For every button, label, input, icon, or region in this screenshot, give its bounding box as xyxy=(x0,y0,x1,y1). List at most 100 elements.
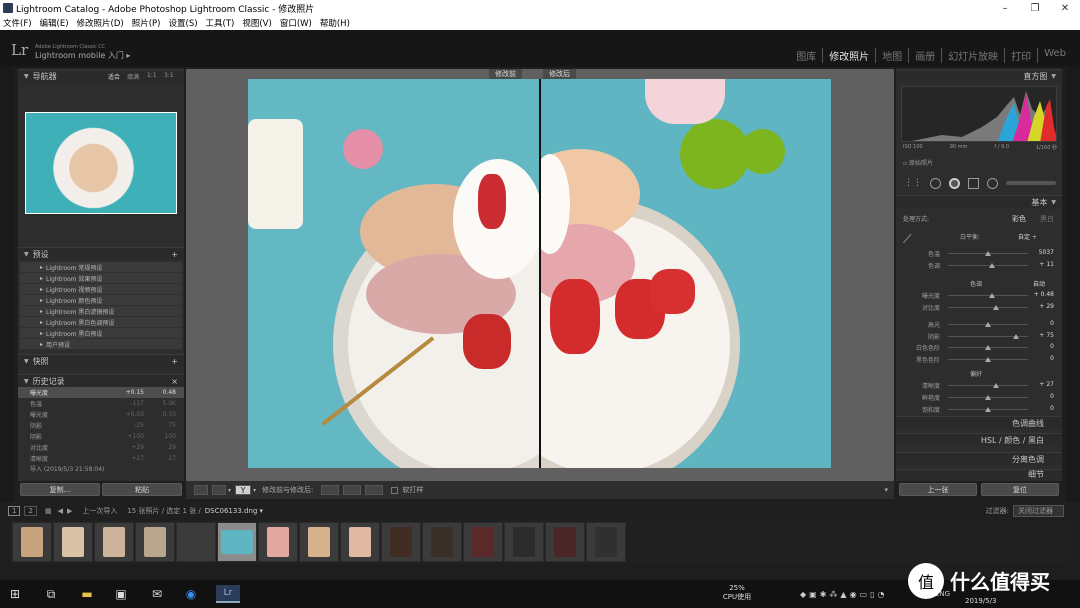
slider-knob[interactable] xyxy=(985,251,991,256)
filmstrip-thumbnail[interactable] xyxy=(545,522,585,562)
lightroom-taskbar-icon[interactable]: Lr xyxy=(216,585,240,603)
slider-row[interactable]: 高光 0 xyxy=(900,320,1060,330)
zoom-fill[interactable]: 填满 xyxy=(127,72,139,81)
left-edge-strip[interactable] xyxy=(0,67,14,502)
add-snapshot-icon[interactable]: + xyxy=(171,357,178,366)
slider-value[interactable]: + 11 xyxy=(1039,261,1054,268)
paste-settings-button[interactable]: 粘贴 xyxy=(102,483,182,496)
menu-photo[interactable]: 照片(P) xyxy=(132,17,161,29)
add-preset-icon[interactable]: + xyxy=(171,250,178,259)
slider-knob[interactable] xyxy=(993,305,999,310)
hsl-header[interactable]: HSL / 颜色 / 黑白 xyxy=(896,433,1062,446)
copy-settings-button[interactable]: 复制... xyxy=(20,483,100,496)
zoom-1-1[interactable]: 1:1 xyxy=(147,72,157,79)
filter-dropdown[interactable]: 关闭过滤器 xyxy=(1013,504,1064,517)
slider-knob[interactable] xyxy=(1013,334,1019,339)
filmstrip-thumbnail[interactable] xyxy=(381,522,421,562)
histogram-header[interactable]: 直方图 ▼ xyxy=(896,69,1062,82)
history-item[interactable]: 曝光度 +0.15 0.48 xyxy=(18,387,184,398)
preset-group[interactable]: ▸ Lightroom 颜色预设 xyxy=(20,295,182,306)
zoom-3-1[interactable]: 3:1 xyxy=(164,72,174,79)
photo-after[interactable] xyxy=(540,79,831,468)
snapshots-header[interactable]: ▼ 快照 + xyxy=(18,354,184,367)
slider-knob[interactable] xyxy=(985,345,991,350)
original-photo-checkbox[interactable]: ▫ 原始照片 xyxy=(903,158,933,167)
wb-eyedropper-icon[interactable]: ⟋ xyxy=(903,232,911,247)
photo-before[interactable] xyxy=(248,79,539,468)
tray-icons[interactable]: ◆▣✱⁂▲◉▭▯◔ xyxy=(800,590,888,599)
split-toning-header[interactable]: 分离色调 xyxy=(896,452,1062,465)
dropdown-arrow-icon[interactable]: ▾ xyxy=(228,487,231,494)
history-item[interactable]: 曝光度 +0.03 0.33 xyxy=(18,409,184,420)
slider-value[interactable]: 0 xyxy=(1050,355,1054,362)
history-item[interactable]: 导入 (2019/5/3 21:58:04) xyxy=(18,464,184,473)
filmstrip-thumbnail[interactable] xyxy=(53,522,93,562)
menu-edit[interactable]: 编辑(E) xyxy=(40,17,69,29)
module-library[interactable]: 图库 xyxy=(790,48,822,63)
tone-curve-header[interactable]: 色调曲线 xyxy=(896,416,1062,429)
yy-view-icon[interactable]: Y xyxy=(235,485,252,495)
slider-track[interactable] xyxy=(948,265,1028,266)
slider-value[interactable]: 0 xyxy=(1050,393,1054,400)
history-item[interactable]: 阴影 +100 100 xyxy=(18,431,184,442)
treatment-color[interactable]: 彩色 xyxy=(1012,214,1026,224)
radial-filter-icon[interactable] xyxy=(987,177,998,189)
slider-value[interactable]: 5037 xyxy=(1039,249,1054,256)
slider-knob[interactable] xyxy=(985,395,991,400)
softproof-checkbox[interactable] xyxy=(391,486,399,494)
menu-tools[interactable]: 工具(T) xyxy=(206,17,235,29)
slider-row[interactable]: 曝光度 + 0.48 xyxy=(900,291,1060,301)
redeye-tool-icon[interactable] xyxy=(949,177,960,189)
slider-knob[interactable] xyxy=(985,322,991,327)
menu-develop[interactable]: 修改照片(D) xyxy=(77,17,124,29)
slider-value[interactable]: 0 xyxy=(1050,343,1054,350)
filmstrip-source[interactable]: 上一次导入 xyxy=(82,506,117,516)
zoom-fit[interactable]: 适合 xyxy=(108,72,120,81)
maximize-button[interactable]: ❐ xyxy=(1020,0,1050,16)
module-develop[interactable]: 修改照片 xyxy=(822,48,875,63)
windows-start-icon[interactable]: ⊞ xyxy=(6,585,24,603)
main-window-button[interactable]: 1 xyxy=(8,505,21,516)
dropdown-arrow-icon[interactable]: ▾ xyxy=(253,487,256,494)
forward-arrow-icon[interactable]: ▶ xyxy=(67,507,72,515)
filmstrip-thumbnail[interactable] xyxy=(12,522,52,562)
treatment-bw[interactable]: 黑白 xyxy=(1040,214,1054,224)
slider-value[interactable]: 0 xyxy=(1050,320,1054,327)
slider-knob[interactable] xyxy=(985,357,991,362)
slider-row[interactable]: 饱和度 0 xyxy=(900,405,1060,415)
history-item[interactable]: 清晰度 +27 27 xyxy=(18,453,184,464)
slider-track[interactable] xyxy=(948,307,1028,308)
basic-header[interactable]: 基本 ▼ xyxy=(896,195,1062,208)
slider-row[interactable]: 鲜艳度 0 xyxy=(900,393,1060,403)
slider-knob[interactable] xyxy=(993,383,999,388)
mail-icon[interactable]: ✉ xyxy=(148,585,166,603)
menu-file[interactable]: 文件(F) xyxy=(3,17,32,29)
graduated-filter-icon[interactable] xyxy=(968,177,979,189)
filmstrip-thumbnail[interactable] xyxy=(217,522,257,562)
filmstrip-thumbnail[interactable] xyxy=(586,522,626,562)
wb-dropdown[interactable]: 自定 ÷ xyxy=(1018,232,1037,241)
navigator-header[interactable]: ▼ 导航器 xyxy=(18,69,184,82)
slider-value[interactable]: 0 xyxy=(1050,405,1054,412)
preset-group[interactable]: ▸ Lightroom 黑白滤镜预设 xyxy=(20,306,182,317)
slider-value[interactable]: + 29 xyxy=(1039,303,1054,310)
slider-knob[interactable] xyxy=(985,407,991,412)
copy-before-to-after-icon[interactable] xyxy=(321,485,340,495)
module-map[interactable]: 地图 xyxy=(875,48,908,63)
brand-line-2[interactable]: Lightroom mobile 入门 ▸ xyxy=(35,50,130,61)
grid-view-icon[interactable]: ▦ xyxy=(45,507,52,515)
copy-after-to-before-icon[interactable] xyxy=(343,485,362,495)
filmstrip-thumbnail[interactable] xyxy=(176,522,216,562)
module-print[interactable]: 打印 xyxy=(1004,48,1037,63)
detail-header[interactable]: 细节 xyxy=(896,469,1062,479)
slider-value[interactable]: + 75 xyxy=(1039,332,1054,339)
close-button[interactable]: ✕ xyxy=(1050,0,1080,16)
slider-row[interactable]: 对比度 + 29 xyxy=(900,303,1060,313)
history-header[interactable]: ▼ 历史记录 × xyxy=(18,374,184,387)
adjustment-brush-slider[interactable] xyxy=(1006,181,1056,185)
preset-group[interactable]: ▸ Lightroom 效果预设 xyxy=(20,273,182,284)
filmstrip-thumbnail[interactable] xyxy=(340,522,380,562)
module-book[interactable]: 画册 xyxy=(908,48,941,63)
slider-knob[interactable] xyxy=(989,293,995,298)
filmstrip-thumbnail[interactable] xyxy=(463,522,503,562)
